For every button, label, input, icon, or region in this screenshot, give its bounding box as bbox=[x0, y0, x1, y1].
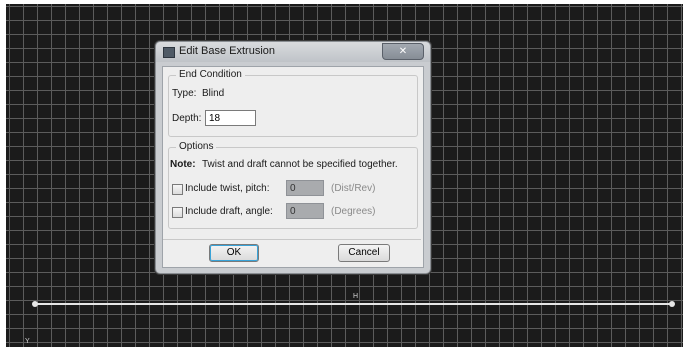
note-text: Twist and draft cannot be specified toge… bbox=[202, 159, 398, 170]
edit-base-extrusion-dialog: Edit Base Extrusion ✕ End Condition Type… bbox=[155, 41, 431, 274]
dialog-title: Edit Base Extrusion bbox=[179, 45, 275, 57]
dialog-body: End Condition Type: Blind Depth: 18 Opti… bbox=[162, 66, 424, 268]
pitch-input: 0 bbox=[286, 180, 324, 196]
y-axis-label: Y bbox=[25, 338, 30, 345]
depth-label: Depth: bbox=[172, 113, 202, 124]
sketch-canvas[interactable]: H Y Edit Base Extrusion ✕ End Condition … bbox=[6, 4, 683, 347]
sketch-line-start-point[interactable] bbox=[32, 301, 38, 307]
include-draft-label[interactable]: Include draft, angle: bbox=[185, 206, 273, 217]
angle-unit: (Degrees) bbox=[331, 206, 376, 217]
type-value: Blind bbox=[202, 88, 225, 99]
sketch-line-end-point[interactable] bbox=[669, 301, 675, 307]
angle-input: 0 bbox=[286, 203, 324, 219]
options-group: Options Note: Twist and draft cannot be … bbox=[168, 141, 418, 229]
end-condition-group: End Condition Type: Blind Depth: 18 bbox=[168, 69, 418, 137]
dialog-titlebar[interactable]: Edit Base Extrusion ✕ bbox=[156, 42, 430, 62]
sketch-line[interactable] bbox=[34, 303, 672, 305]
ok-button[interactable]: OK bbox=[209, 244, 259, 262]
include-draft-checkbox[interactable] bbox=[172, 207, 183, 218]
cancel-button[interactable]: Cancel bbox=[338, 244, 390, 262]
end-condition-title: End Condition bbox=[176, 69, 245, 80]
include-twist-label[interactable]: Include twist, pitch: bbox=[185, 183, 269, 194]
include-twist-checkbox[interactable] bbox=[172, 184, 183, 195]
button-separator bbox=[163, 239, 421, 240]
options-title: Options bbox=[176, 141, 217, 152]
note-label: Note: bbox=[170, 159, 196, 170]
app-icon bbox=[163, 47, 175, 58]
type-label: Type: bbox=[172, 88, 197, 99]
close-button[interactable]: ✕ bbox=[382, 43, 424, 60]
pitch-unit: (Dist/Rev) bbox=[331, 183, 376, 194]
depth-input[interactable]: 18 bbox=[205, 110, 256, 126]
horizontal-constraint-label: H bbox=[353, 293, 359, 300]
